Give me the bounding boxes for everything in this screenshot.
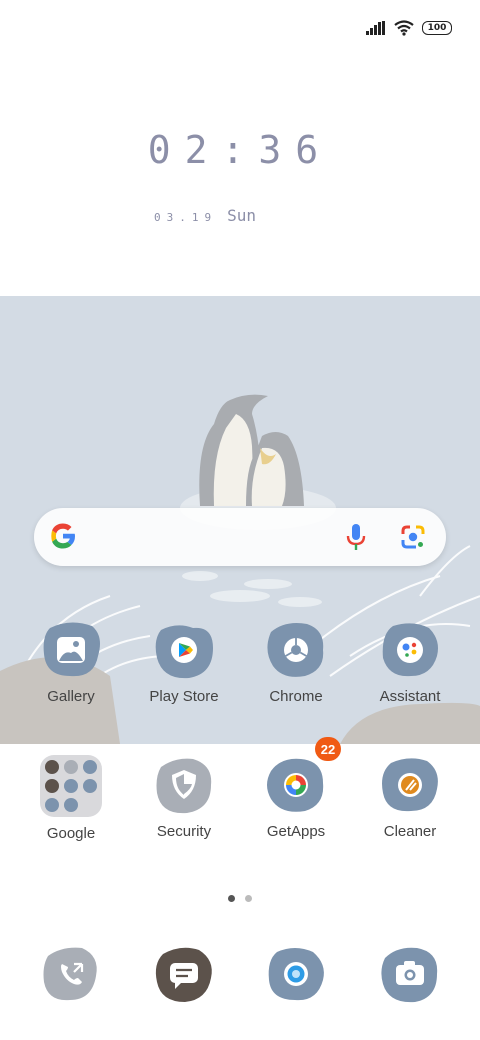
app-label: GetApps <box>266 823 326 840</box>
date-number: 03.19 <box>154 211 218 224</box>
app-security[interactable]: Security <box>128 755 240 840</box>
page-dot[interactable] <box>245 895 252 902</box>
date-day: Sun <box>227 206 257 225</box>
phone-icon <box>40 944 102 1004</box>
dock-messages[interactable] <box>128 944 240 1004</box>
google-search-bar[interactable] <box>34 508 446 566</box>
google-logo-icon[interactable] <box>48 521 78 551</box>
battery-level: 100 <box>427 23 447 33</box>
app-label: Assistant <box>379 688 441 705</box>
app-folder-google[interactable]: Google <box>15 755 127 842</box>
app-gallery[interactable]: Gallery <box>15 620 127 705</box>
gallery-icon <box>40 620 102 680</box>
signal-icon <box>366 21 385 35</box>
dock-camera[interactable] <box>354 944 466 1004</box>
cleaner-icon <box>379 755 441 815</box>
battery-icon: 100 <box>422 21 452 35</box>
status-bar: 100 <box>366 14 452 42</box>
app-chrome[interactable]: Chrome <box>240 620 352 705</box>
app-label: Google <box>46 825 96 842</box>
microphone-icon[interactable] <box>346 523 366 551</box>
security-icon <box>153 755 215 815</box>
assistant-icon <box>379 620 441 680</box>
notification-badge: 22 <box>315 737 341 761</box>
app-getapps[interactable]: 22 GetApps <box>240 737 352 840</box>
wifi-icon <box>394 20 414 36</box>
page-dot[interactable] <box>228 895 235 902</box>
app-label: Chrome <box>269 688 323 705</box>
app-label: Gallery <box>47 688 95 705</box>
getapps-icon: 22 <box>265 737 341 815</box>
dock-browser[interactable] <box>240 944 352 1004</box>
camera-icon <box>379 944 441 1004</box>
app-label: Cleaner <box>383 823 437 840</box>
clock-date[interactable]: 03.19 Sun <box>154 206 256 225</box>
google-folder-icon <box>40 755 102 817</box>
clock-time[interactable]: 02:36 <box>0 128 480 172</box>
app-cleaner[interactable]: Cleaner <box>354 755 466 840</box>
app-label: Security <box>156 823 212 840</box>
app-play-store[interactable]: Play Store <box>128 620 240 705</box>
messages-icon <box>153 944 215 1004</box>
chrome-icon <box>265 620 327 680</box>
browser-icon <box>265 944 327 1004</box>
app-assistant[interactable]: Assistant <box>354 620 466 705</box>
app-label: Play Store <box>149 688 219 705</box>
dock-phone[interactable] <box>15 944 127 1004</box>
lens-camera-icon[interactable] <box>400 524 426 550</box>
page-indicator[interactable] <box>228 895 252 902</box>
play-store-icon <box>153 620 215 680</box>
